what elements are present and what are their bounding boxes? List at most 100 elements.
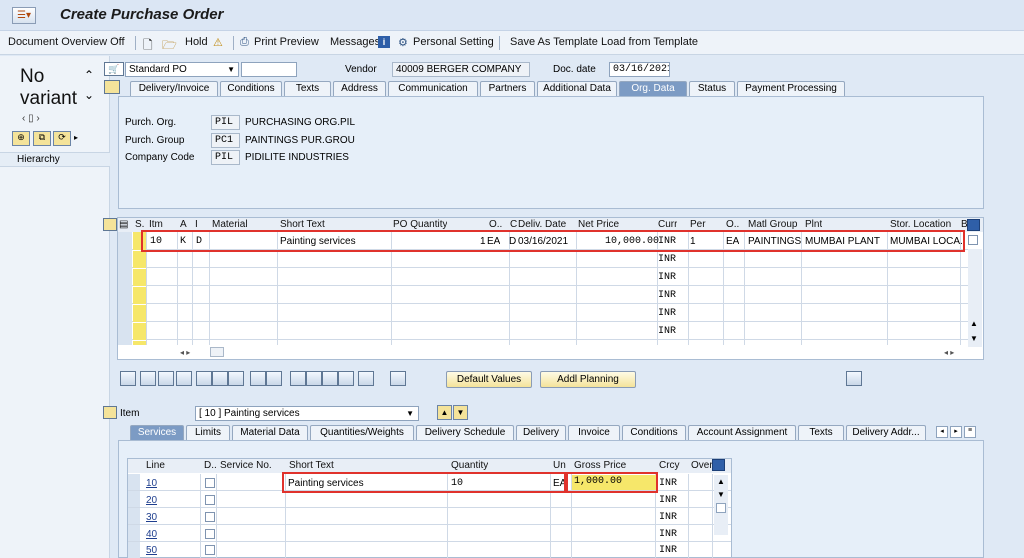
sort-descending-icon[interactable]	[306, 371, 322, 386]
table-settings-icon[interactable]: ▤	[119, 219, 133, 230]
insert-row-icon[interactable]	[212, 371, 228, 386]
tab-address[interactable]: Address	[333, 81, 386, 96]
tab-quantities-weights[interactable]: Quantities/Weights	[310, 425, 414, 440]
tab-additional-data[interactable]: Additional Data	[537, 81, 617, 96]
col-gross-price[interactable]: Gross Price	[574, 460, 627, 471]
service-gross-price[interactable]: 1,000.00	[572, 475, 656, 490]
tab-scroll-right-icon[interactable]: ▸	[950, 426, 962, 438]
column-config-icon[interactable]	[967, 219, 980, 231]
info-icon[interactable]: i	[378, 36, 390, 48]
tab-conditions[interactable]: Conditions	[220, 81, 282, 96]
sort-ascending-icon[interactable]	[290, 371, 306, 386]
item-plant[interactable]: MUMBAI PLANT	[805, 236, 880, 247]
sap-menu-icon[interactable]: ☰▾	[12, 7, 36, 24]
new-document-icon[interactable]: 🗋	[143, 36, 153, 57]
col-line[interactable]: Line	[146, 460, 165, 471]
items-vertical-scrollbar[interactable]	[968, 249, 982, 347]
load-from-template-button[interactable]: Load from Template	[601, 36, 698, 48]
doc-date-field[interactable]: 03/16/2021	[609, 62, 670, 77]
purch-org-field[interactable]: PIL	[211, 115, 240, 130]
service-deletion-checkbox[interactable]	[205, 512, 215, 522]
col-short-text[interactable]: Short Text	[280, 219, 325, 230]
item-delivery-date[interactable]: 03/16/2021	[518, 236, 568, 247]
addl-planning-button[interactable]: Addl Planning	[540, 371, 636, 388]
col-service-short-text[interactable]: Short Text	[289, 460, 334, 471]
scroll-up-icon[interactable]: ▲	[717, 477, 725, 486]
column-config-icon[interactable]	[712, 459, 725, 471]
cart-icon[interactable]: 🛒	[104, 62, 124, 76]
service-short-text[interactable]: Painting services	[288, 478, 364, 489]
deselect-all-icon[interactable]	[158, 371, 174, 386]
col-material[interactable]: Material	[212, 219, 248, 230]
po-number-field[interactable]	[241, 62, 297, 77]
item-currency[interactable]: INR	[658, 236, 676, 247]
service-deletion-checkbox[interactable]	[205, 545, 215, 555]
col-matl-group[interactable]: Matl Group	[748, 219, 798, 230]
purch-group-field[interactable]: PC1	[211, 133, 240, 148]
col-order-price-unit[interactable]: O..	[726, 219, 740, 230]
item-number[interactable]: 10	[150, 236, 162, 247]
print-icon[interactable]	[358, 371, 374, 386]
personal-setting-icon[interactable]: ⚙	[398, 36, 408, 49]
scroll-thumb[interactable]	[716, 503, 726, 513]
item-category[interactable]: D	[196, 236, 202, 247]
default-values-button[interactable]: Default Values	[446, 371, 532, 388]
col-service-no[interactable]: Service No.	[220, 460, 272, 471]
col-delivery-date[interactable]: Deliv. Date	[518, 219, 567, 230]
col-item[interactable]: Itm	[149, 219, 163, 230]
col-unit[interactable]: Un	[553, 460, 566, 471]
col-account-assignment[interactable]: A	[180, 219, 187, 230]
tab-payment-processing[interactable]: Payment Processing	[737, 81, 845, 96]
scroll-down-icon[interactable]: ▼	[970, 334, 978, 343]
document-overview-button[interactable]: Document Overview Off	[8, 36, 125, 48]
save-as-template-button[interactable]: Save As Template	[510, 36, 598, 48]
service-quantity[interactable]: 10	[451, 478, 463, 489]
po-type-dropdown[interactable]: Standard PO ▼	[125, 62, 239, 77]
tab-status[interactable]: Status	[689, 81, 735, 96]
tab-scroll-left-icon[interactable]: ◂	[936, 426, 948, 438]
item-net-price[interactable]: 10,000.00	[605, 236, 659, 247]
service-line[interactable]: 50	[146, 545, 157, 556]
scroll-left-right-icon[interactable]: ◂ ▸	[180, 348, 190, 357]
item-matl-group[interactable]: PAINTINGS	[748, 236, 801, 247]
col-status[interactable]: S.	[135, 219, 145, 230]
item-po-quantity[interactable]: 1	[480, 236, 486, 247]
scroll-down-icon[interactable]: ▼	[717, 490, 725, 499]
item-short-text[interactable]: Painting services	[280, 236, 356, 247]
col-date-category[interactable]: C	[510, 219, 518, 230]
tab-services[interactable]: Services	[130, 425, 184, 440]
checks-icon[interactable]: ⚠	[213, 36, 223, 49]
select-all-icon[interactable]	[140, 371, 156, 386]
col-net-price[interactable]: Net Price	[578, 219, 620, 230]
hierarchy-label[interactable]: Hierarchy	[0, 152, 110, 167]
service-line[interactable]: 30	[146, 512, 157, 523]
col-crcy[interactable]: Crcy	[659, 460, 680, 471]
service-line[interactable]: 40	[146, 529, 157, 540]
tab-communication[interactable]: Communication	[388, 81, 478, 96]
tab-delivery-schedule[interactable]: Delivery Schedule	[416, 425, 514, 440]
find-icon[interactable]	[338, 371, 354, 386]
header-toggle-icon[interactable]	[104, 80, 120, 94]
horizontal-scroll-thumb[interactable]	[210, 347, 224, 357]
tab-delivery-invoice[interactable]: Delivery/Invoice	[130, 81, 218, 96]
vendor-field[interactable]: 40009 BERGER COMPANY	[392, 62, 530, 77]
expand-arrow-icon[interactable]: ▸	[74, 133, 78, 142]
col-deletion[interactable]: D..	[204, 460, 217, 471]
tab-delivery-address[interactable]: Delivery Addr...	[846, 425, 926, 440]
notes-icon[interactable]	[390, 371, 406, 386]
service-line-10[interactable]: 10	[146, 478, 157, 489]
tab-account-assignment[interactable]: Account Assignment	[688, 425, 796, 440]
item-price-unit[interactable]: 1	[690, 236, 696, 247]
tab-partners[interactable]: Partners	[480, 81, 535, 96]
details-icon[interactable]	[120, 371, 136, 386]
tab-list-icon[interactable]: ≡	[964, 426, 976, 438]
scroll-left-right-icon[interactable]: ◂ ▸	[944, 348, 954, 357]
col-currency[interactable]: Curr	[658, 219, 678, 230]
chevron-up-icon[interactable]: ⌃	[84, 68, 94, 82]
col-price-unit[interactable]: Per	[690, 219, 706, 230]
items-toggle-icon[interactable]	[103, 218, 117, 231]
tab-invoice[interactable]: Invoice	[568, 425, 620, 440]
item-account-assignment[interactable]: K	[180, 236, 186, 247]
print-preview-icon[interactable]: ⎙	[240, 36, 249, 49]
tab-org-data[interactable]: Org. Data	[619, 81, 687, 96]
